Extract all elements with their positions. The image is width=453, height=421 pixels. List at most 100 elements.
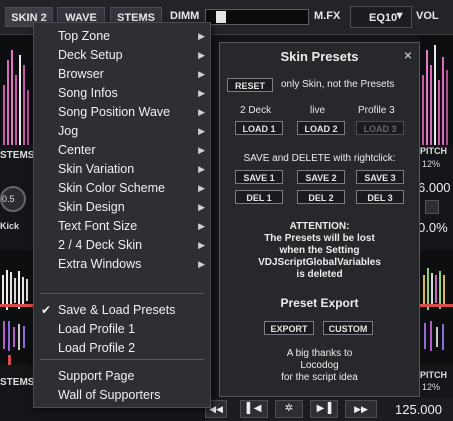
panel-title: Skin Presets	[280, 49, 359, 64]
save-1-button[interactable]: SAVE 1	[235, 170, 283, 184]
load-1-button[interactable]: LOAD 1	[235, 121, 283, 135]
menu-item-label: Skin Color Scheme	[58, 181, 165, 195]
attention-notice: ATTENTION: The Presets will be lost when…	[220, 221, 419, 281]
cue-back-icon[interactable]: ▌◀	[240, 400, 268, 418]
pitch-label-2: PITCH	[420, 370, 447, 380]
right-upper-waveform	[420, 35, 453, 145]
menu-item-save-load-presets[interactable]: ✔ Save & Load Presets	[34, 301, 210, 320]
cue-forward-icon[interactable]: ▶▐	[310, 400, 338, 418]
menu-item-top-zone[interactable]: Top Zone ▶	[34, 27, 210, 46]
menu-item-skin-variation[interactable]: Skin Variation ▶	[34, 160, 210, 179]
delete-1-button[interactable]: DEL 1	[235, 190, 283, 204]
menu-item-label: Load Profile 1	[58, 322, 136, 336]
dimm-slider[interactable]	[205, 9, 309, 25]
pitch-label-1-text: PITCH	[420, 146, 447, 156]
submenu-arrow-icon: ▶	[198, 50, 205, 60]
menu-item-skin-design[interactable]: Skin Design ▶	[34, 198, 210, 217]
menu-item-skin-color-scheme[interactable]: Skin Color Scheme ▶	[34, 179, 210, 198]
thanks-line: Locodog	[300, 360, 339, 371]
menu-separator	[40, 359, 204, 360]
menu-item-extra-windows[interactable]: Extra Windows ▶	[34, 255, 210, 274]
submenu-arrow-icon: ▶	[198, 126, 205, 136]
menu-item-browser[interactable]: Browser ▶	[34, 65, 210, 84]
gear-icon[interactable]: ✲	[275, 400, 303, 418]
save-delete-label: SAVE and DELETE with rightclick:	[243, 153, 396, 164]
eq-select-value: EQ10	[369, 12, 398, 24]
submenu-arrow-icon: ▶	[198, 202, 205, 212]
load-3-button[interactable]: LOAD 3	[356, 121, 404, 135]
menu-item-jog[interactable]: Jog ▶	[34, 122, 210, 141]
menu-item-load-profile-2[interactable]: Load Profile 2	[34, 339, 210, 358]
submenu-arrow-icon: ▶	[198, 107, 205, 117]
menu-item-label: 2 / 4 Deck Skin	[58, 238, 143, 252]
delete-2-button[interactable]: DEL 2	[297, 190, 345, 204]
custom-button[interactable]: CUSTOM	[323, 321, 373, 335]
menu-item-label: Save & Load Presets	[58, 303, 176, 317]
menu-item-song-infos[interactable]: Song Infos ▶	[34, 84, 210, 103]
fast-forward-icon[interactable]: ▶▶	[345, 400, 377, 418]
transport-bar: ◀◀ ▌◀ ✲ ▶▐ ▶▶ 125.000	[205, 398, 453, 421]
menu-item-support-page[interactable]: Support Page	[34, 367, 210, 386]
attention-line: The Presets will be lost	[264, 233, 375, 244]
menu-item-label: Skin Design	[58, 200, 125, 214]
menu-item-load-profile-1[interactable]: Load Profile 1	[34, 320, 210, 339]
menu-item-label: Top Zone	[58, 29, 111, 43]
submenu-arrow-icon: ▶	[198, 221, 205, 231]
menu-item-label: Song Infos	[58, 86, 118, 100]
preset-3-label: Profile 3	[358, 105, 395, 116]
menu-separator	[40, 293, 204, 294]
right-lower-waveform	[420, 250, 453, 365]
menu-item-wall-of-supporters[interactable]: Wall of Supporters	[34, 386, 210, 405]
menu-item-label: Song Position Wave	[58, 105, 171, 119]
dimm-slider-knob[interactable]	[216, 11, 226, 23]
submenu-arrow-icon: ▶	[198, 145, 205, 155]
submenu-arrow-icon: ▶	[198, 31, 205, 41]
delete-3-button[interactable]: DEL 3	[356, 190, 404, 204]
submenu-arrow-icon: ▶	[198, 240, 205, 250]
checkmark-icon: ✔	[41, 303, 52, 317]
pitch-percent-1: 0.0%	[418, 220, 448, 235]
pitch-range-2: 12%	[422, 382, 441, 392]
skin-menu: Top Zone ▶ Deck Setup ▶ Browser ▶ Song Infos ▶ S…	[33, 22, 211, 408]
thanks-note: A big thanks to Locodog for the script i…	[220, 348, 419, 384]
menu-item-label: Center	[58, 143, 96, 157]
menu-item-label: Support Page	[58, 369, 135, 383]
reset-button[interactable]: RESET	[227, 78, 273, 92]
eq-select[interactable]: EQ10 ▼	[350, 6, 412, 28]
menu-item-label: Skin Variation	[58, 162, 135, 176]
save-2-button[interactable]: SAVE 2	[297, 170, 345, 184]
knob-value: 0.5	[2, 194, 15, 204]
menu-item-text-font-size[interactable]: Text Font Size ▶	[34, 217, 210, 236]
attention-line: ATTENTION:	[289, 221, 350, 232]
menu-item-label: Load Profile 2	[58, 341, 136, 355]
chevron-down-icon: ▼	[394, 10, 405, 22]
submenu-arrow-icon: ▶	[198, 164, 205, 174]
submenu-arrow-icon: ▶	[198, 259, 205, 269]
menu-item-2-4-deck-skin[interactable]: 2 / 4 Deck Skin ▶	[34, 236, 210, 255]
menu-item-song-position-wave[interactable]: Song Position Wave ▶	[34, 103, 210, 122]
preset-2-label: live	[310, 105, 326, 116]
close-icon[interactable]: ×	[404, 47, 412, 63]
deck-control-button[interactable]	[425, 200, 439, 214]
menu-item-label: Text Font Size	[58, 219, 138, 233]
reset-description: only Skin, not the Presets	[281, 79, 395, 90]
export-button[interactable]: EXPORT	[264, 321, 314, 335]
left-upper-waveform	[0, 35, 34, 145]
menu-item-deck-setup[interactable]: Deck Setup ▶	[34, 46, 210, 65]
left-lower-waveform	[0, 250, 34, 365]
thanks-line: for the script idea	[281, 372, 358, 383]
mfx-label: M.FX	[314, 10, 341, 22]
submenu-arrow-icon: ▶	[198, 88, 205, 98]
attention-line: when the Setting	[279, 245, 360, 256]
skin-presets-panel: Skin Presets × RESET only Skin, not the …	[219, 42, 420, 397]
pitch-label-1: PITCH	[420, 146, 453, 156]
attention-line: is deleted	[296, 269, 343, 280]
menu-item-center[interactable]: Center ▶	[34, 141, 210, 160]
load-2-button[interactable]: LOAD 2	[297, 121, 345, 135]
menu-item-label: Extra Windows	[58, 257, 142, 271]
menu-item-label: Browser	[58, 67, 104, 81]
save-3-button[interactable]: SAVE 3	[356, 170, 404, 184]
preset-1-label: 2 Deck	[240, 105, 272, 116]
menu-item-label: Deck Setup	[58, 48, 123, 62]
stems-label-left-1: STEMS	[0, 150, 35, 161]
